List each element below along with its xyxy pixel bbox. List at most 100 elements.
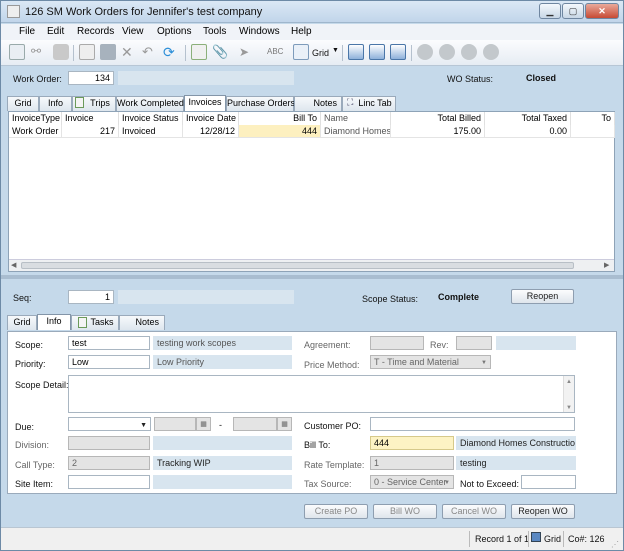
link-icon[interactable]: ⚯: [31, 44, 47, 60]
tab-notes-bottom[interactable]: Notes: [119, 315, 165, 330]
site-item-field[interactable]: [68, 475, 150, 489]
scope-status-label: Scope Status:: [362, 294, 419, 304]
tasks-tab-icon: [78, 317, 87, 328]
previous-record-icon[interactable]: [439, 44, 455, 60]
scroll-up-icon[interactable]: ▲: [566, 377, 572, 388]
next-record-icon[interactable]: [461, 44, 477, 60]
seq-field[interactable]: 1: [68, 290, 114, 304]
column-header[interactable]: Invoice Date: [183, 112, 239, 125]
cell-name[interactable]: Diamond Homes C: [321, 125, 391, 138]
tab-info[interactable]: Info: [39, 96, 72, 111]
menu-records[interactable]: Records: [77, 26, 114, 37]
grid-label[interactable]: Grid: [312, 48, 329, 58]
layout-1-icon[interactable]: [348, 44, 364, 60]
tab-work-completed[interactable]: Work Completed: [116, 96, 184, 111]
cell-total[interactable]: [571, 125, 615, 138]
column-header[interactable]: InvoiceType: [9, 112, 62, 125]
tab-purchase-orders[interactable]: Purchase Orders: [226, 96, 295, 111]
reopen-wo-button[interactable]: Reopen WO: [511, 504, 575, 519]
scroll-right-icon[interactable]: ▶: [604, 261, 609, 269]
not-to-exceed-field[interactable]: [521, 475, 576, 489]
first-record-icon[interactable]: [417, 44, 433, 60]
send-icon[interactable]: ➤: [239, 44, 255, 60]
scroll-down-icon[interactable]: ▼: [566, 403, 572, 412]
cell-total-billed[interactable]: 175.00: [391, 125, 485, 138]
scope-field[interactable]: test: [68, 336, 150, 350]
scrollbar-thumb[interactable]: [21, 262, 574, 269]
menu-file[interactable]: File: [19, 26, 35, 37]
column-header[interactable]: To: [571, 112, 615, 125]
work-order-field[interactable]: 134: [68, 71, 114, 85]
agreement-label: Agreement:: [304, 340, 351, 350]
column-header[interactable]: Invoice: [62, 112, 119, 125]
column-header[interactable]: Invoice Status: [119, 112, 183, 125]
cell-bill-to[interactable]: 444: [239, 125, 321, 138]
chevron-down-icon[interactable]: ▼: [332, 47, 339, 54]
maximize-button[interactable]: ▢: [562, 3, 584, 19]
separator: [73, 45, 74, 61]
toolbar: ⚯ ✕ ↶ ⟳ 📎 ➤ ABC Grid ▼: [1, 40, 623, 66]
checklist-icon[interactable]: [191, 44, 207, 60]
priority-field[interactable]: Low: [68, 355, 150, 369]
column-header[interactable]: Bill To: [239, 112, 321, 125]
menu-help[interactable]: Help: [291, 26, 312, 37]
printer-icon[interactable]: [53, 44, 69, 60]
invoices-grid: InvoiceType Invoice Invoice Status Invoi…: [8, 111, 615, 272]
splitter[interactable]: [1, 275, 623, 279]
tab-grid-bottom[interactable]: Grid: [7, 315, 37, 330]
last-record-icon[interactable]: [483, 44, 499, 60]
tab-info-bottom[interactable]: Info: [37, 314, 71, 330]
save-icon[interactable]: [100, 44, 116, 60]
cell-invoice-status[interactable]: Invoiced: [119, 125, 183, 138]
view-mode: Grid: [544, 534, 562, 544]
menu-options[interactable]: Options: [157, 26, 191, 37]
delete-icon[interactable]: ✕: [121, 44, 137, 60]
layout-3-icon[interactable]: [390, 44, 406, 60]
vertical-scrollbar[interactable]: ▲ ▼: [563, 376, 574, 412]
cell-invoice-type[interactable]: Work Order: [9, 125, 62, 138]
horizontal-scrollbar[interactable]: ◀ ▶: [9, 259, 614, 271]
reopen-button[interactable]: Reopen: [511, 289, 574, 304]
menu-windows[interactable]: Windows: [239, 26, 280, 37]
new-record-icon[interactable]: [9, 44, 25, 60]
cell-total-taxed[interactable]: 0.00: [485, 125, 571, 138]
tab-invoices[interactable]: Invoices: [184, 95, 226, 111]
menu-tools[interactable]: Tools: [203, 26, 226, 37]
bill-to-field[interactable]: 444: [370, 436, 454, 450]
grid-icon[interactable]: [293, 44, 309, 60]
scope-detail-label: Scope Detail:: [15, 380, 69, 390]
attachment-icon[interactable]: 📎: [212, 44, 228, 60]
rev-label: Rev:: [430, 340, 449, 350]
menu-edit[interactable]: Edit: [47, 26, 64, 37]
scope-detail-textarea[interactable]: ▲ ▼: [68, 375, 575, 413]
due-select[interactable]: ▼: [68, 417, 151, 431]
price-method-select: T - Time and Material ▼: [370, 355, 491, 369]
resize-grip-icon[interactable]: ⋰: [611, 540, 619, 549]
scroll-left-icon[interactable]: ◀: [11, 261, 16, 269]
menu-view[interactable]: View: [122, 26, 144, 37]
tab-notes[interactable]: Notes: [294, 96, 342, 111]
chevron-down-icon: ▼: [481, 360, 487, 366]
minimize-button[interactable]: ▁: [539, 3, 561, 19]
tab-grid[interactable]: Grid: [7, 96, 39, 111]
column-header[interactable]: Total Taxed: [485, 112, 571, 125]
refresh-icon[interactable]: ⟳: [163, 44, 179, 60]
cancel-wo-button[interactable]: Cancel WO: [442, 504, 506, 519]
column-header[interactable]: Name: [321, 112, 391, 125]
customer-po-field[interactable]: [370, 417, 575, 431]
layout-2-icon[interactable]: [369, 44, 385, 60]
call-type-description: Tracking WIP: [153, 456, 292, 470]
column-header[interactable]: Total Billed: [391, 112, 485, 125]
close-button[interactable]: ✕: [585, 3, 619, 19]
chevron-down-icon[interactable]: ▼: [140, 420, 147, 430]
scope-description: testing work scopes: [153, 336, 292, 350]
spellcheck-icon[interactable]: ABC: [267, 44, 283, 60]
page-icon[interactable]: [79, 44, 95, 60]
scope-label: Scope:: [15, 340, 44, 350]
cell-invoice[interactable]: 217: [62, 125, 119, 138]
undo-icon[interactable]: ↶: [142, 44, 158, 60]
cell-invoice-date[interactable]: 12/28/12: [183, 125, 239, 138]
not-to-exceed-label: Not to Exceed:: [460, 479, 520, 489]
bill-wo-button[interactable]: Bill WO: [373, 504, 437, 519]
create-po-button[interactable]: Create PO: [304, 504, 368, 519]
